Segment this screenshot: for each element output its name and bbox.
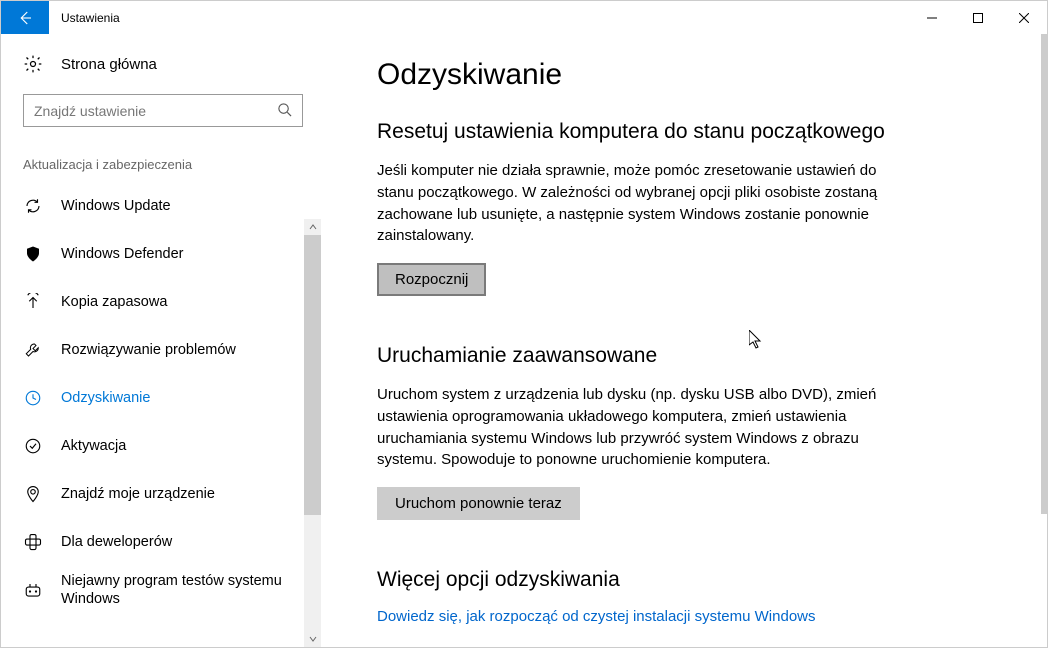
back-button[interactable] (1, 1, 49, 34)
sidebar-item-label: Odzyskiwanie (61, 389, 160, 407)
scrollbar-thumb[interactable] (304, 235, 321, 515)
sidebar-item-windows-update[interactable]: Windows Update (1, 182, 321, 230)
sidebar-item-label: Niejawny program testów systemu Windows (61, 572, 321, 608)
page-title: Odzyskiwanie (377, 58, 901, 92)
sidebar-item-label: Dla deweloperów (61, 533, 182, 551)
maximize-icon (973, 13, 983, 23)
sidebar-item-developers[interactable]: Dla deweloperów (1, 518, 321, 566)
sidebar-item-label: Kopia zapasowa (61, 293, 177, 311)
scroll-down-icon[interactable] (304, 631, 321, 647)
clean-install-link[interactable]: Dowiedz się, jak rozpocząć od czystej in… (377, 608, 816, 625)
main-scrollbar[interactable] (1041, 34, 1047, 647)
advanced-body: Uruchom system z urządzenia lub dysku (n… (377, 384, 901, 471)
more-options-section: Więcej opcji odzyskiwania Dowiedz się, j… (377, 568, 901, 626)
sidebar-item-insider[interactable]: Niejawny program testów systemu Windows (1, 566, 321, 614)
close-icon (1019, 13, 1029, 23)
main-content: Odzyskiwanie Resetuj ustawienia komputer… (321, 34, 1047, 647)
scroll-up-icon[interactable] (304, 219, 321, 235)
maximize-button[interactable] (955, 1, 1001, 34)
search-icon (277, 102, 292, 120)
insider-icon (23, 580, 43, 600)
sidebar-item-backup[interactable]: Kopia zapasowa (1, 278, 321, 326)
sidebar-item-label: Rozwiązywanie problemów (61, 341, 246, 359)
backup-icon (23, 292, 43, 312)
minimize-icon (927, 13, 937, 23)
nav-list: Windows Update Windows Defender Kopia za… (1, 182, 321, 614)
reset-body: Jeśli komputer nie działa sprawnie, może… (377, 160, 901, 247)
close-button[interactable] (1001, 1, 1047, 34)
restart-now-button[interactable]: Uruchom ponownie teraz (377, 487, 580, 520)
recovery-icon (23, 388, 43, 408)
advanced-heading: Uruchamianie zaawansowane (377, 344, 901, 368)
sidebar-item-recovery[interactable]: Odzyskiwanie (1, 374, 321, 422)
advanced-startup-section: Uruchamianie zaawansowane Uruchom system… (377, 344, 901, 520)
sidebar-item-label: Windows Defender (61, 245, 194, 263)
sidebar-item-label: Aktywacja (61, 437, 136, 455)
home-label: Strona główna (61, 56, 157, 73)
troubleshoot-icon (23, 340, 43, 360)
find-device-icon (23, 484, 43, 504)
home-link[interactable]: Strona główna (23, 54, 309, 74)
sidebar-item-label: Znajdź moje urządzenie (61, 485, 225, 503)
reset-heading: Resetuj ustawienia komputera do stanu po… (377, 120, 901, 144)
activation-icon (23, 436, 43, 456)
developer-icon (23, 532, 43, 552)
sidebar-item-label: Windows Update (61, 197, 181, 215)
sidebar-item-troubleshoot[interactable]: Rozwiązywanie problemów (1, 326, 321, 374)
sidebar-item-find-device[interactable]: Znajdź moje urządzenie (1, 470, 321, 518)
category-header: Aktualizacja i zabezpieczenia (23, 157, 321, 172)
titlebar: Ustawienia (1, 1, 1047, 34)
gear-icon (23, 54, 43, 74)
search-placeholder: Znajdź ustawienie (34, 103, 146, 119)
window-title: Ustawienia (49, 1, 120, 34)
sidebar-item-windows-defender[interactable]: Windows Defender (1, 230, 321, 278)
more-heading: Więcej opcji odzyskiwania (377, 568, 901, 592)
sidebar: Strona główna Znajdź ustawienie Aktualiz… (1, 34, 321, 647)
scrollbar-thumb[interactable] (1041, 34, 1047, 514)
minimize-button[interactable] (909, 1, 955, 34)
settings-window: Ustawienia Strona główna Znajdź ust (0, 0, 1048, 648)
sidebar-item-activation[interactable]: Aktywacja (1, 422, 321, 470)
search-input[interactable]: Znajdź ustawienie (23, 94, 303, 127)
shield-icon (23, 244, 43, 264)
sync-icon (23, 196, 43, 216)
reset-section: Resetuj ustawienia komputera do stanu po… (377, 120, 901, 296)
reset-start-button[interactable]: Rozpocznij (377, 263, 486, 296)
arrow-left-icon (16, 9, 34, 27)
sidebar-scrollbar[interactable] (304, 219, 321, 647)
